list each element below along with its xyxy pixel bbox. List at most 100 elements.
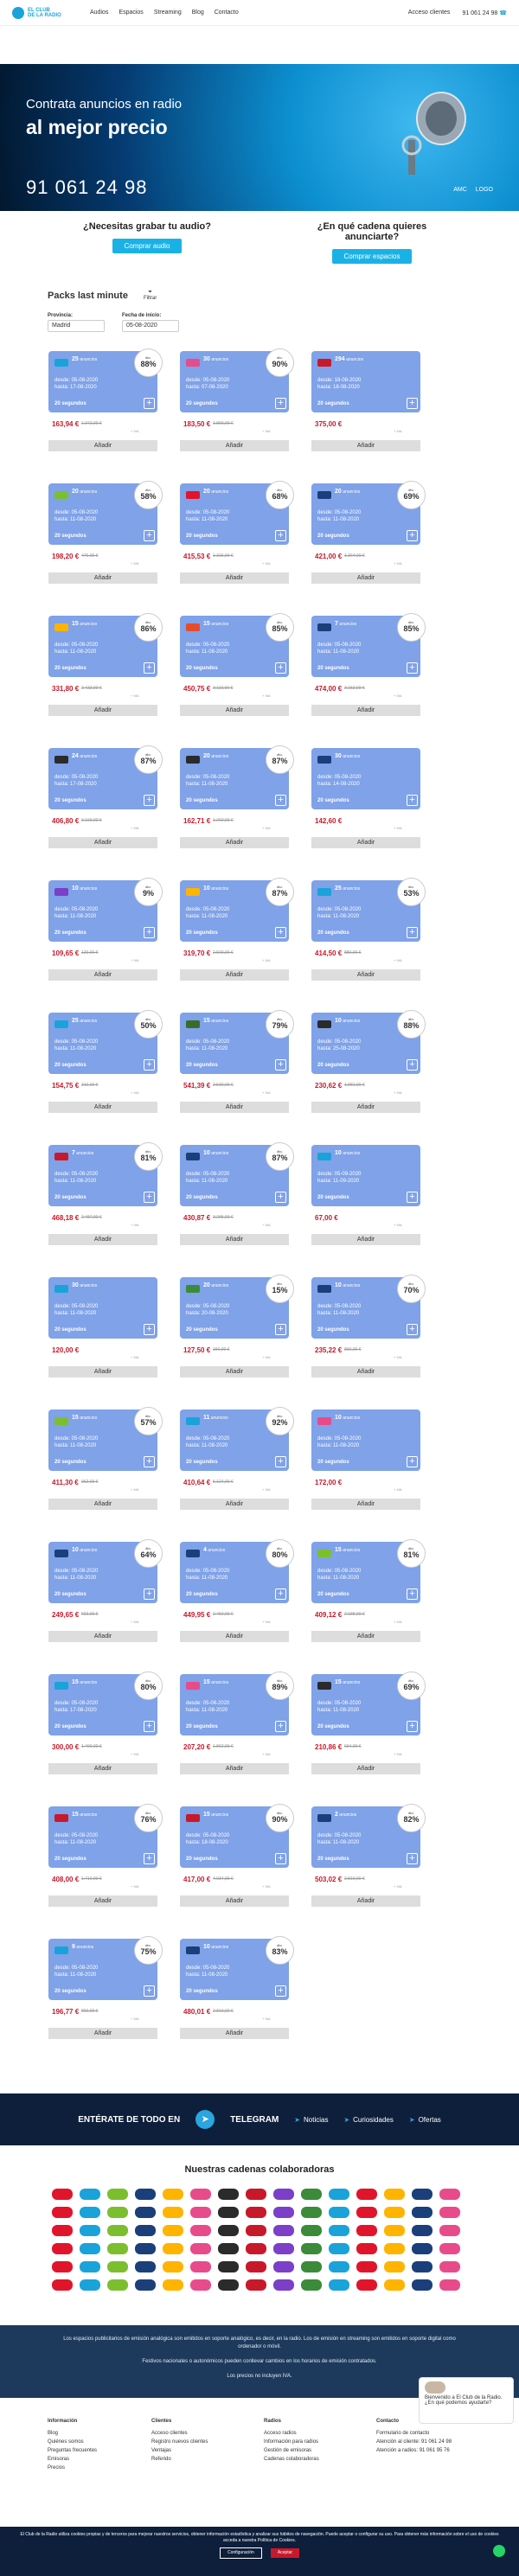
plus-icon[interactable]: + [407,1192,418,1203]
add-button[interactable]: Añadir [48,1366,157,1377]
footer-link[interactable]: Emisoras [48,2455,151,2464]
plus-icon[interactable]: + [144,1324,155,1335]
add-button[interactable]: Añadir [48,572,157,584]
nav-item-contacto[interactable]: Contacto [215,10,239,16]
add-button[interactable]: Añadir [180,1631,289,1642]
add-button[interactable]: Añadir [311,1631,420,1642]
add-button[interactable]: Añadir [180,837,289,848]
filter-toggle[interactable]: ⏷ Filtrar [144,290,157,301]
hero-phone[interactable]: 91 061 24 98 [26,176,147,199]
footer-link[interactable]: Preguntas frecuentes [48,2446,151,2455]
plus-icon[interactable]: + [407,530,418,541]
nav-item-streaming[interactable]: Streaming [154,10,182,16]
plus-icon[interactable]: + [407,1456,418,1467]
plus-icon[interactable]: + [144,1059,155,1071]
add-button[interactable]: Añadir [48,705,157,716]
plus-icon[interactable]: + [275,1588,286,1600]
add-button[interactable]: Añadir [180,969,289,981]
add-button[interactable]: Añadir [180,1366,289,1377]
buy-spaces-button[interactable]: Comprar espacios [331,249,413,264]
add-button[interactable]: Añadir [48,837,157,848]
plus-icon[interactable]: + [144,662,155,674]
add-button[interactable]: Añadir [48,1763,157,1774]
plus-icon[interactable]: + [144,795,155,806]
pack-card-body[interactable]: 294 anuncios desde: 18-08-2020 hasta: 18-0… [311,351,420,412]
province-select[interactable]: Madrid [48,320,105,332]
add-button[interactable]: Añadir [311,705,420,716]
nav-item-blog[interactable]: Blog [192,10,204,16]
footer-link[interactable]: Registro nuevos clientes [151,2438,264,2446]
plus-icon[interactable]: + [144,398,155,409]
plus-icon[interactable]: + [275,530,286,541]
footer-link[interactable]: Información para radios [264,2438,376,2446]
buy-audio-button[interactable]: Comprar audio [112,239,183,253]
add-button[interactable]: Añadir [48,1102,157,1113]
add-button[interactable]: Añadir [180,1763,289,1774]
pack-card-body[interactable]: 10 anuncios desde: 05-08-2020 hasta: 11-08… [311,1409,420,1471]
plus-icon[interactable]: + [144,1721,155,1732]
plus-icon[interactable]: + [407,1853,418,1864]
plus-icon[interactable]: + [275,927,286,938]
add-button[interactable]: Añadir [180,572,289,584]
plus-icon[interactable]: + [275,795,286,806]
plus-icon[interactable]: + [144,1588,155,1600]
plus-icon[interactable]: + [407,927,418,938]
add-button[interactable]: Añadir [311,1895,420,1907]
add-button[interactable]: Añadir [311,1499,420,1510]
brand-logo[interactable]: EL CLUB DE LA RADIO [12,6,73,19]
add-button[interactable]: Añadir [48,440,157,451]
plus-icon[interactable]: + [407,795,418,806]
plus-icon[interactable]: + [407,1721,418,1732]
header-phone[interactable]: 91 061 24 98 ☎ [462,10,507,16]
add-button[interactable]: Añadir [180,1895,289,1907]
plus-icon[interactable]: + [144,530,155,541]
date-input[interactable]: 05-08-2020 [122,320,179,332]
plus-icon[interactable]: + [407,1588,418,1600]
plus-icon[interactable]: + [275,662,286,674]
add-button[interactable]: Añadir [311,1234,420,1245]
plus-icon[interactable]: + [275,1985,286,1997]
add-button[interactable]: Añadir [180,2028,289,2039]
option-news[interactable]: ➤ Noticias [294,2116,328,2124]
plus-icon[interactable]: + [144,1985,155,1997]
add-button[interactable]: Añadir [48,969,157,981]
add-button[interactable]: Añadir [48,1499,157,1510]
footer-link[interactable]: Atención al cliente: 91 061 24 98 [376,2438,497,2446]
telegram-channel[interactable]: TELEGRAM [230,2115,279,2125]
plus-icon[interactable]: + [407,398,418,409]
footer-link[interactable]: Blog [48,2429,151,2438]
nav-item-espacios[interactable]: Espacios [119,10,143,16]
plus-icon[interactable]: + [275,1324,286,1335]
cookie-config-button[interactable]: Configuración [219,2547,262,2559]
nav-item-audios[interactable]: Audios [90,10,108,16]
footer-link[interactable]: Gestión de emisoras [264,2446,376,2455]
add-button[interactable]: Añadir [180,1234,289,1245]
add-button[interactable]: Añadir [180,705,289,716]
plus-icon[interactable]: + [275,1853,286,1864]
plus-icon[interactable]: + [407,1324,418,1335]
plus-icon[interactable]: + [407,662,418,674]
plus-icon[interactable]: + [275,1192,286,1203]
footer-link[interactable]: Atención a radios: 91 061 95 76 [376,2446,497,2455]
plus-icon[interactable]: + [144,1192,155,1203]
plus-icon[interactable]: + [275,1059,286,1071]
footer-link[interactable]: Quiénes somos [48,2438,151,2446]
add-button[interactable]: Añadir [48,2028,157,2039]
plus-icon[interactable]: + [275,398,286,409]
plus-icon[interactable]: + [275,1456,286,1467]
add-button[interactable]: Añadir [311,572,420,584]
pack-card-body[interactable]: 30 anuncios desde: 05-08-2020 hasta: 14-08… [311,748,420,809]
add-button[interactable]: Añadir [311,837,420,848]
telegram-icon[interactable]: ➤ [195,2110,215,2129]
pack-card-body[interactable]: 10 anuncios desde: 05-09-2020 hasta: 11-09… [311,1145,420,1206]
footer-link[interactable]: Referido [151,2455,264,2464]
footer-link[interactable]: Formulario de contacto [376,2429,497,2438]
add-button[interactable]: Añadir [48,1895,157,1907]
add-button[interactable]: Añadir [311,969,420,981]
footer-link[interactable]: Cadenas colaboradoras [264,2455,376,2464]
client-access-link[interactable]: Acceso clientes [408,10,451,16]
add-button[interactable]: Añadir [311,1102,420,1113]
pack-card-body[interactable]: 30 anuncios desde: 05-08-2020 hasta: 11-08… [48,1277,157,1339]
add-button[interactable]: Añadir [311,1763,420,1774]
option-offers[interactable]: ➤ Ofertas [409,2116,441,2124]
